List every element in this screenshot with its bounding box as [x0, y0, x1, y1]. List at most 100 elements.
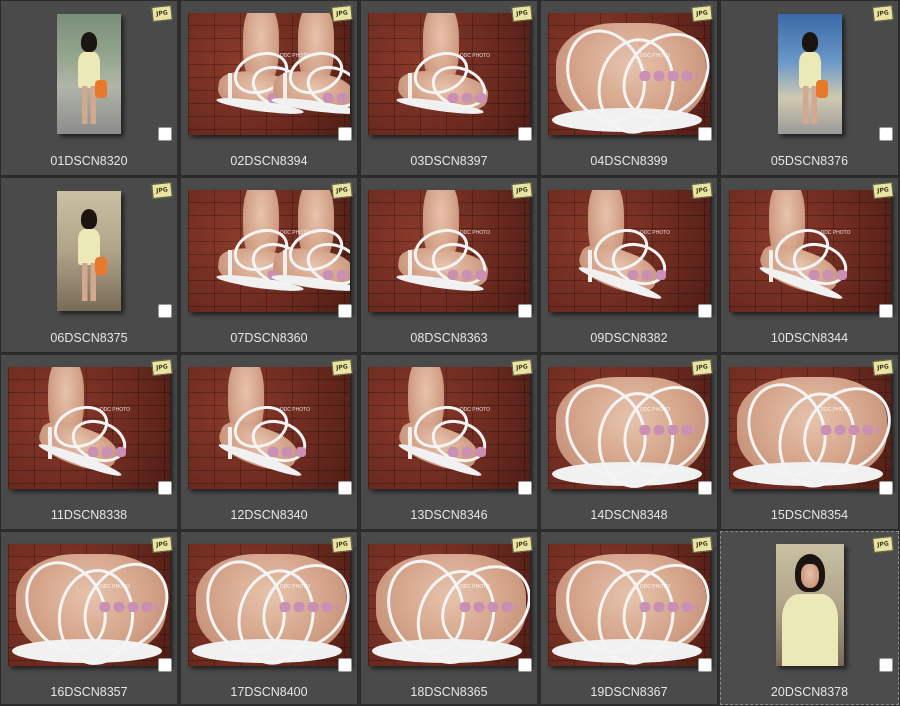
thumbnail-image-area[interactable]	[1, 178, 177, 323]
file-name-label: 16DSCN8357	[50, 685, 128, 699]
checkbox-icon[interactable]	[879, 481, 893, 495]
thumbnail-image[interactable]: DDC PHOTO	[368, 12, 530, 135]
thumbnail-tile[interactable]: DDC PHOTO JPG 15DSCN8354	[720, 354, 899, 530]
thumbnail-image-area[interactable]: DDC PHOTO	[361, 178, 537, 323]
thumbnail-image[interactable]: DDC PHOTO	[8, 543, 170, 666]
thumbnail-image[interactable]: DDC PHOTO	[368, 366, 530, 489]
file-name-label: 04DSCN8399	[590, 154, 668, 168]
thumbnail-image[interactable]: DDC PHOTO	[188, 543, 350, 666]
file-name-label: 08DSCN8363	[410, 331, 488, 345]
thumbnail-image-area[interactable]: DDC PHOTO	[361, 355, 537, 500]
thumbnail-image[interactable]: DDC PHOTO	[728, 366, 891, 489]
thumbnail-tile[interactable]: DDC PHOTO JPG 16DSCN8357	[0, 531, 178, 705]
thumbnail-tile[interactable]: DDC PHOTO JPG 10DSCN8344	[720, 177, 899, 353]
thumbnail-image-area[interactable]	[721, 1, 898, 146]
thumbnail-image-area[interactable]: DDC PHOTO	[361, 532, 537, 677]
thumbnail-image-area[interactable]: DDC PHOTO	[181, 532, 357, 677]
file-name-label: 10DSCN8344	[770, 331, 849, 345]
thumbnail-tile[interactable]: DDC PHOTO JPG 08DSCN8363	[360, 177, 538, 353]
thumbnail-image[interactable]: DDC PHOTO	[368, 543, 530, 666]
thumbnail-tile[interactable]: JPG 06DSCN8375	[0, 177, 178, 353]
thumbnail-image[interactable]: DDC PHOTO	[368, 189, 530, 312]
thumbnail-image[interactable]: DDC PHOTO	[188, 366, 350, 489]
checkbox-icon[interactable]	[879, 304, 893, 318]
thumbnail-tile[interactable]: DDC PHOTO JPG 17DSCN8400	[180, 531, 358, 705]
checkbox-icon[interactable]	[518, 127, 532, 141]
thumbnail-image[interactable]: DDC PHOTO	[188, 189, 350, 312]
checkbox-icon[interactable]	[158, 658, 172, 672]
checkbox-icon[interactable]	[698, 127, 712, 141]
watermark-text: DDC PHOTO	[640, 229, 670, 236]
checkbox-icon[interactable]	[158, 481, 172, 495]
thumbnail-tile[interactable]: DDC PHOTO JPG 14DSCN8348	[540, 354, 718, 530]
jpg-file-icon: JPG	[691, 181, 713, 200]
checkbox-icon[interactable]	[518, 658, 532, 672]
thumbnail-tile[interactable]: JPG 20DSCN8378	[720, 531, 899, 705]
jpg-file-icon: JPG	[691, 4, 713, 23]
checkbox-icon[interactable]	[158, 127, 172, 141]
jpg-file-icon: JPG	[331, 4, 353, 23]
thumbnail-image[interactable]: DDC PHOTO	[548, 366, 710, 489]
thumbnail-tile[interactable]: DDC PHOTO JPG 02DSCN8394	[180, 0, 358, 176]
thumbnail-image-area[interactable]: DDC PHOTO	[181, 355, 357, 500]
thumbnail-image[interactable]	[57, 13, 121, 134]
thumbnail-image[interactable]: DDC PHOTO	[188, 12, 350, 135]
thumbnail-image-area[interactable]: DDC PHOTO	[721, 178, 898, 323]
watermark-text: DDC PHOTO	[100, 583, 130, 590]
checkbox-icon[interactable]	[698, 481, 712, 495]
thumbnail-image[interactable]	[777, 13, 842, 134]
thumbnail-image-area[interactable]: DDC PHOTO	[541, 178, 717, 323]
checkbox-icon[interactable]	[518, 304, 532, 318]
watermark-text: DDC PHOTO	[820, 406, 851, 413]
thumbnail-image[interactable]: DDC PHOTO	[548, 543, 710, 666]
thumbnail-image[interactable]: DDC PHOTO	[548, 12, 710, 135]
thumbnail-image-area[interactable]: DDC PHOTO	[1, 532, 177, 677]
thumbnail-image[interactable]	[775, 543, 844, 666]
thumbnail-tile[interactable]: DDC PHOTO JPG 18DSCN8365	[360, 531, 538, 705]
thumbnail-image-area[interactable]: DDC PHOTO	[541, 355, 717, 500]
file-name-label: 15DSCN8354	[770, 508, 849, 522]
watermark-text: DDC PHOTO	[460, 583, 490, 590]
thumbnail-image-area[interactable]	[721, 532, 898, 677]
thumbnail-image-area[interactable]: DDC PHOTO	[541, 532, 717, 677]
checkbox-icon[interactable]	[338, 481, 352, 495]
checkbox-icon[interactable]	[338, 127, 352, 141]
thumbnail-image[interactable]: DDC PHOTO	[548, 189, 710, 312]
thumbnail-tile[interactable]: DDC PHOTO JPG 11DSCN8338	[0, 354, 178, 530]
checkbox-icon[interactable]	[338, 658, 352, 672]
thumbnail-tile[interactable]: JPG 01DSCN8320	[0, 0, 178, 176]
jpg-file-icon: JPG	[691, 358, 713, 377]
thumbnail-image[interactable]: DDC PHOTO	[728, 189, 891, 312]
checkbox-icon[interactable]	[698, 658, 712, 672]
thumbnail-tile[interactable]: DDC PHOTO JPG 19DSCN8367	[540, 531, 718, 705]
thumbnail-image-area[interactable]: DDC PHOTO	[1, 355, 177, 500]
checkbox-icon[interactable]	[879, 658, 893, 672]
thumbnail-tile[interactable]: DDC PHOTO JPG 13DSCN8346	[360, 354, 538, 530]
thumbnail-image[interactable]: DDC PHOTO	[8, 366, 170, 489]
checkbox-icon[interactable]	[338, 304, 352, 318]
watermark-text: DDC PHOTO	[460, 52, 490, 59]
thumbnail-image-area[interactable]	[1, 1, 177, 146]
checkbox-icon[interactable]	[518, 481, 532, 495]
file-name-label: 13DSCN8346	[410, 508, 488, 522]
thumbnail-tile[interactable]: JPG 05DSCN8376	[720, 0, 899, 176]
thumbnail-tile[interactable]: DDC PHOTO JPG 09DSCN8382	[540, 177, 718, 353]
thumbnail-tile[interactable]: DDC PHOTO JPG 04DSCN8399	[540, 0, 718, 176]
checkbox-icon[interactable]	[698, 304, 712, 318]
thumbnail-image-area[interactable]: DDC PHOTO	[541, 1, 717, 146]
jpg-file-icon: JPG	[151, 358, 173, 377]
thumbnail-tile[interactable]: DDC PHOTO JPG 03DSCN8397	[360, 0, 538, 176]
thumbnail-image-area[interactable]: DDC PHOTO	[181, 178, 357, 323]
watermark-text: DDC PHOTO	[640, 406, 670, 413]
thumbnail-image[interactable]	[57, 190, 121, 311]
thumbnail-image-area[interactable]: DDC PHOTO	[181, 1, 357, 146]
watermark-text: DDC PHOTO	[460, 406, 490, 413]
jpg-file-icon: JPG	[872, 4, 894, 23]
thumbnail-tile[interactable]: DDC PHOTO JPG 12DSCN8340	[180, 354, 358, 530]
checkbox-icon[interactable]	[879, 127, 893, 141]
thumbnail-tile[interactable]: DDC PHOTO JPG 07DSCN8360	[180, 177, 358, 353]
checkbox-icon[interactable]	[158, 304, 172, 318]
thumbnail-image-area[interactable]: DDC PHOTO	[721, 355, 898, 500]
thumbnail-image-area[interactable]: DDC PHOTO	[361, 1, 537, 146]
watermark-text: DDC PHOTO	[280, 229, 310, 236]
